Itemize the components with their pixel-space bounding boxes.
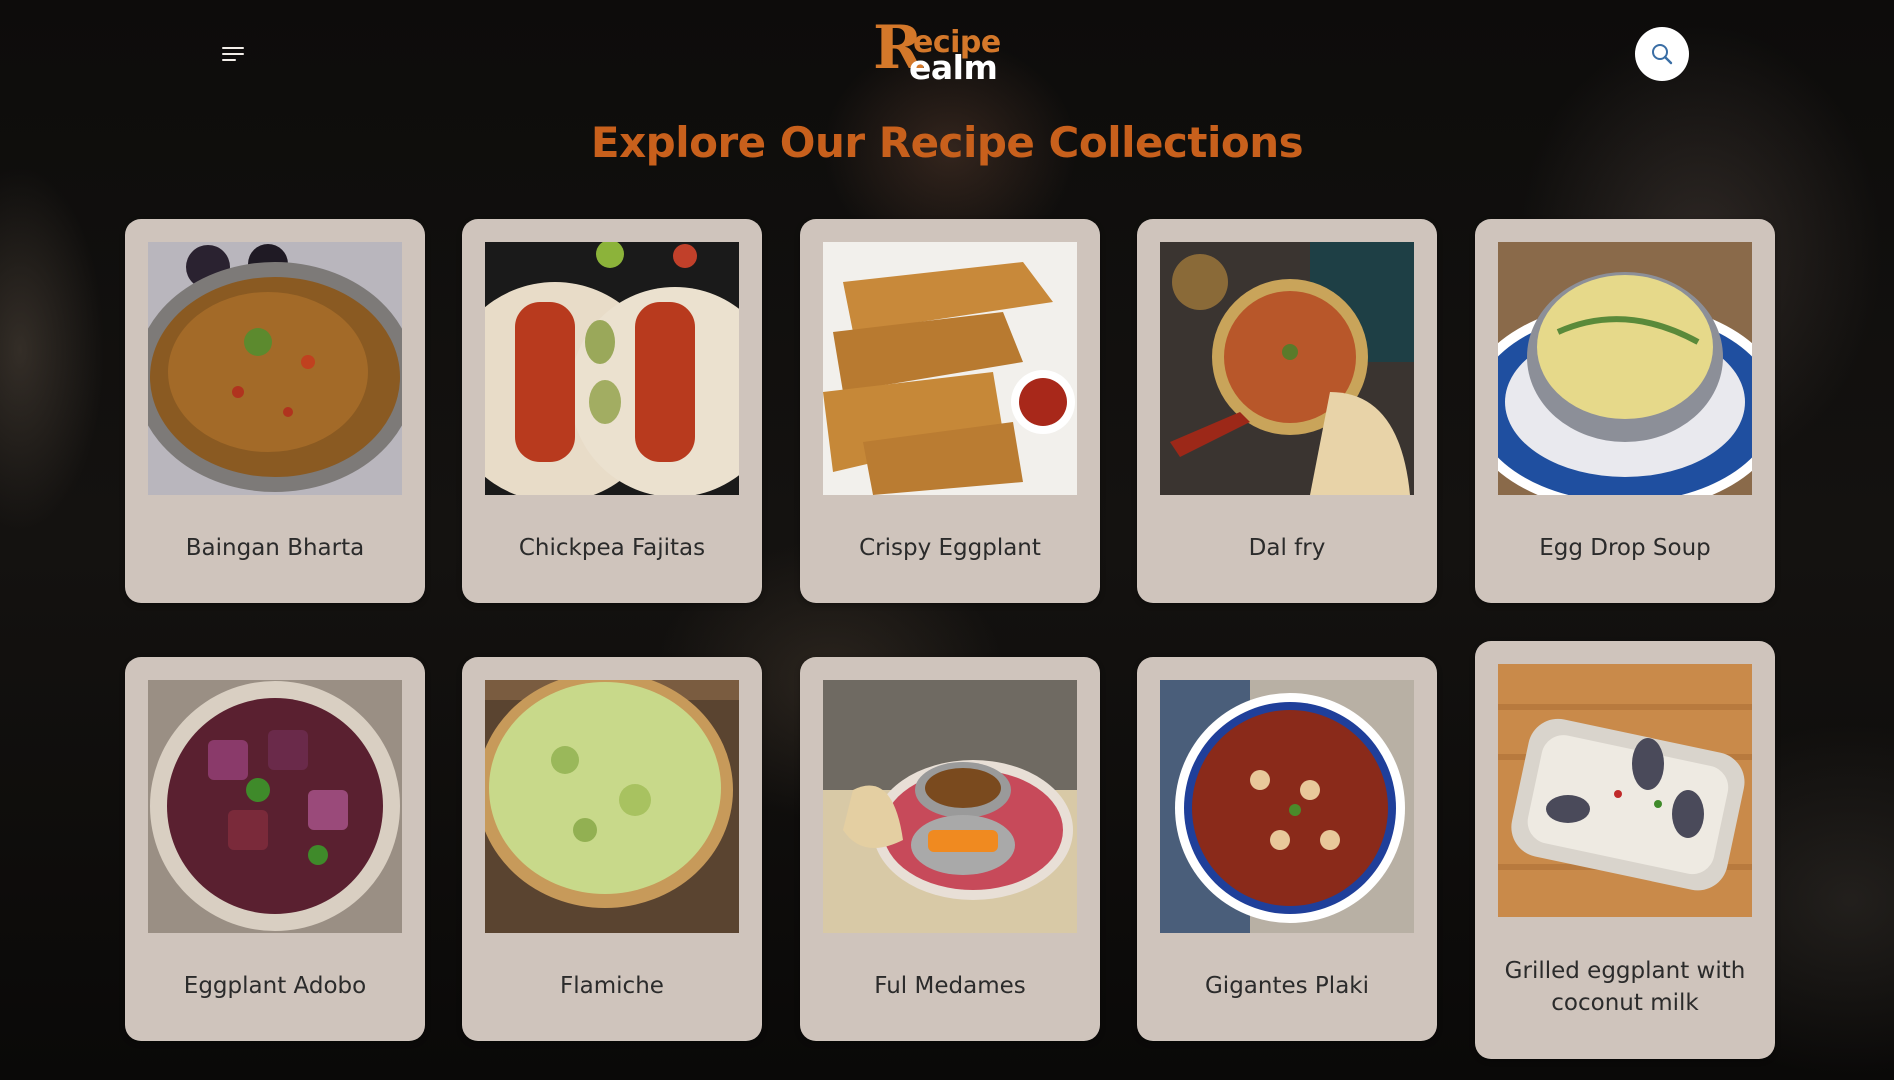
recipe-card[interactable]: Gigantes Plaki [1137, 657, 1437, 1041]
site-logo[interactable]: R ecipe ealm [873, 18, 1023, 87]
recipe-image [485, 680, 739, 933]
recipe-card[interactable]: Chickpea Fajitas [462, 219, 762, 603]
recipe-name: Baingan Bharta [185, 534, 365, 561]
logo-bottom-word: ealm [909, 48, 998, 87]
recipe-card[interactable]: Egg Drop Soup [1475, 219, 1775, 603]
recipe-name: Egg Drop Soup [1539, 534, 1711, 561]
search-icon [1652, 44, 1673, 65]
recipe-name: Gigantes Plaki [1204, 972, 1369, 999]
hamburger-menu-icon [222, 47, 244, 49]
page-title: Explore Our Recipe Collections [590, 118, 1304, 167]
recipe-card[interactable]: Crispy Eggplant [800, 219, 1100, 603]
recipe-image [823, 242, 1077, 495]
recipe-image [1498, 242, 1752, 495]
recipe-name: Flamiche [560, 972, 664, 999]
recipe-image [1160, 680, 1414, 933]
recipe-card[interactable]: Eggplant Adobo [125, 657, 425, 1041]
recipe-image [1498, 664, 1752, 917]
recipe-name: Crispy Eggplant [859, 534, 1041, 561]
recipe-card[interactable]: Baingan Bharta [125, 219, 425, 603]
recipe-image [485, 242, 739, 495]
recipe-name: Chickpea Fajitas [518, 534, 706, 561]
recipe-image [148, 680, 402, 933]
recipe-card[interactable]: Ful Medames [800, 657, 1100, 1041]
recipe-image [148, 242, 402, 495]
search-button[interactable] [1635, 27, 1689, 81]
recipe-card[interactable]: Flamiche [462, 657, 762, 1041]
recipe-card[interactable]: Dal fry [1137, 219, 1437, 603]
recipe-name: Ful Medames [874, 972, 1026, 999]
recipe-image [1160, 242, 1414, 495]
recipe-name: Grilled eggplant with coconut milk [1504, 957, 1746, 1016]
menu-button[interactable] [222, 41, 252, 67]
recipe-name: Dal fry [1248, 534, 1326, 561]
recipe-image [823, 680, 1077, 933]
recipe-name: Eggplant Adobo [183, 972, 367, 999]
recipe-card[interactable]: Grilled eggplant with coconut milk [1475, 641, 1775, 1059]
site-header: R ecipe ealm [0, 0, 1894, 108]
